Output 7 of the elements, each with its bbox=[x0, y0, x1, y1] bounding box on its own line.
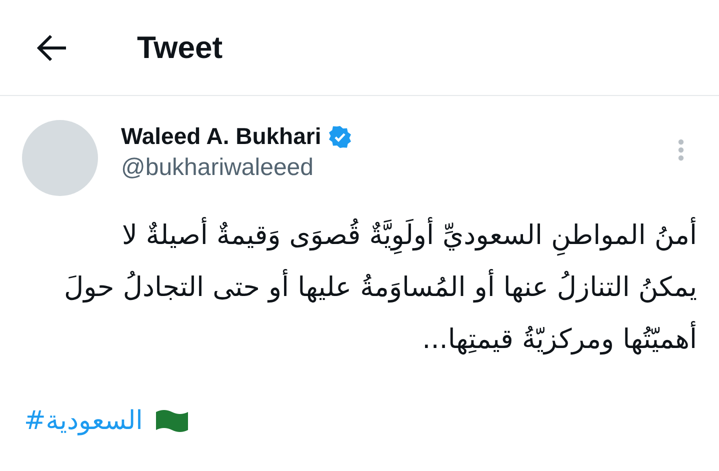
author-handle[interactable]: @bukhariwaleeed bbox=[121, 154, 677, 182]
back-icon[interactable] bbox=[36, 34, 68, 62]
tweet-text: أمنُ المواطنِ السعوديِّ أولَوِيَّةٌ قُصوَى وَقيمةٌ أصيلةٌ لا يمكنُ التنازلُ عنها أو المُساوَمةُ عليها أو حتى التجادلُ حولَ أهميّتُها ومركزيّةُ قيمتِها... bbox=[0, 196, 719, 366]
author-name[interactable]: Waleed A. Bukhari bbox=[121, 123, 322, 150]
flag-icon bbox=[154, 408, 189, 434]
more-options-icon[interactable] bbox=[677, 138, 685, 162]
page-title: Tweet bbox=[137, 30, 223, 66]
